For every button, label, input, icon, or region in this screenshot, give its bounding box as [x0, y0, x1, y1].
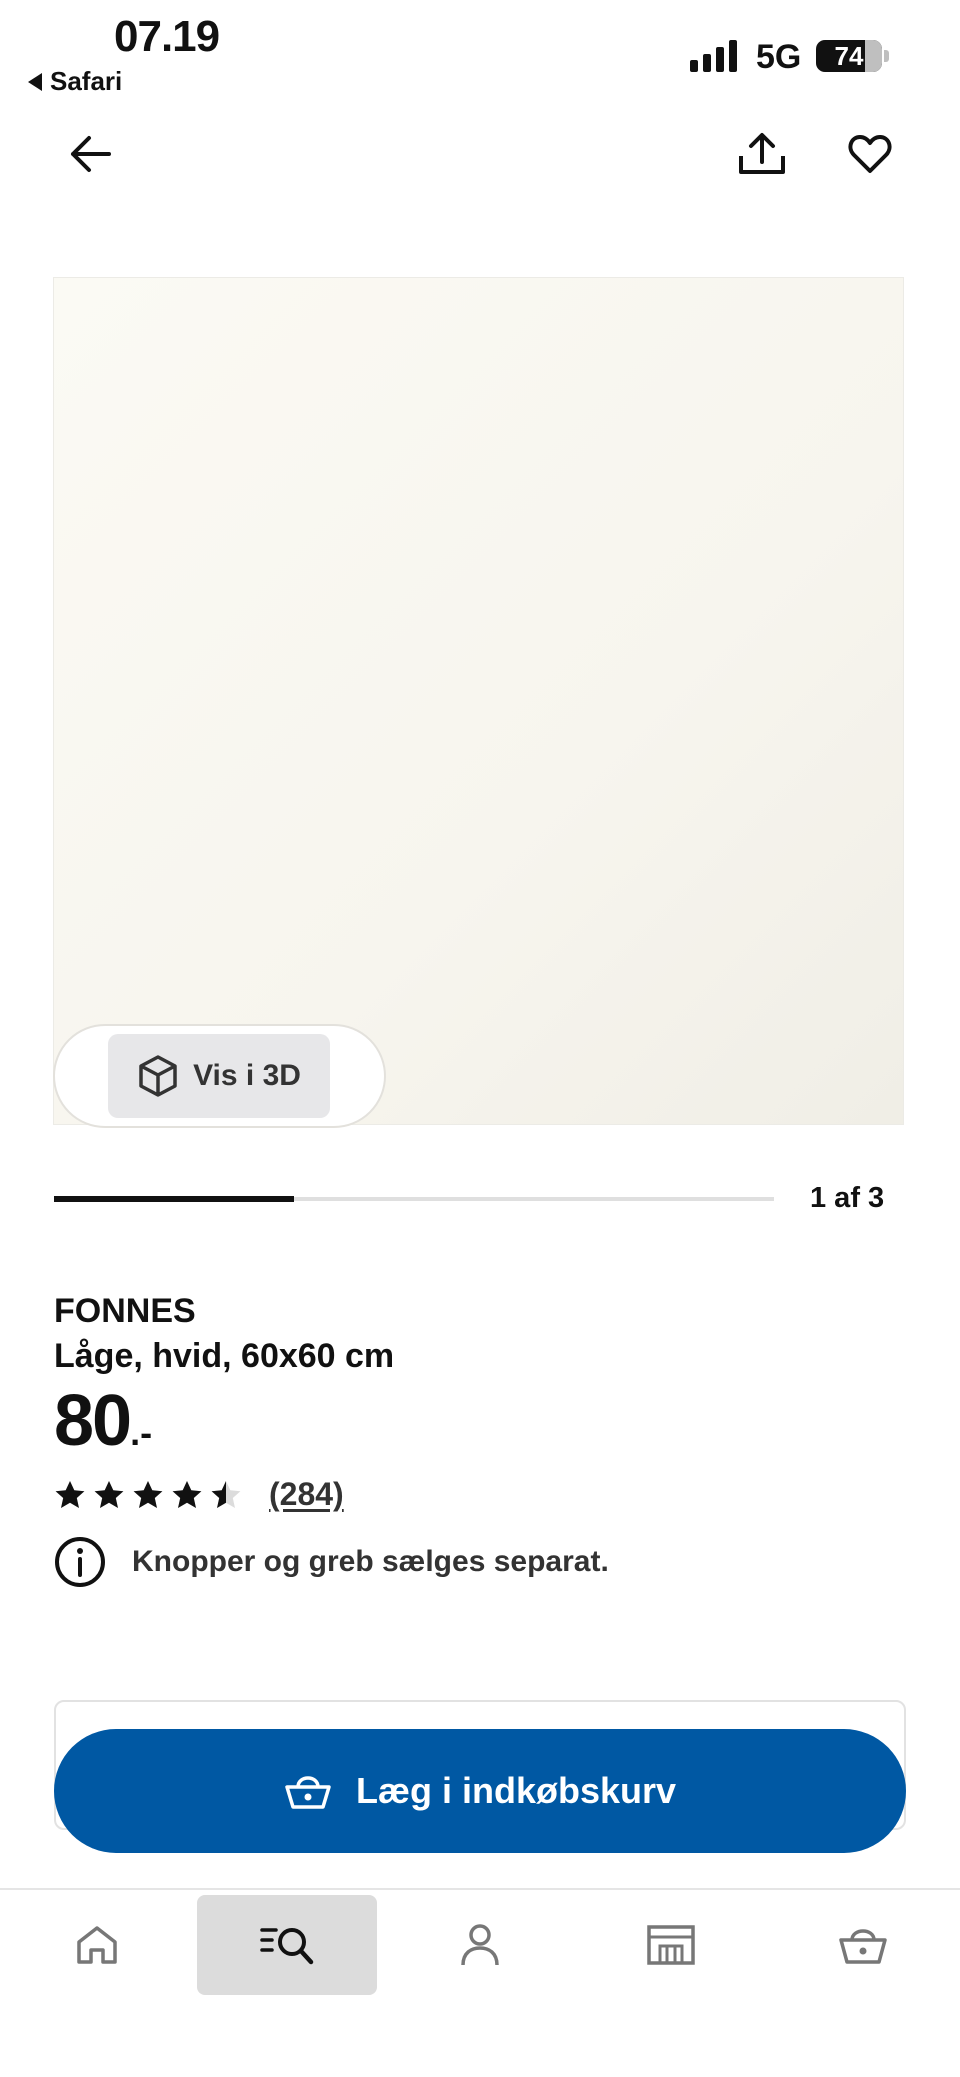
cube-icon — [139, 1055, 177, 1097]
product-notice: Knopper og greb sælges separat. — [54, 1536, 609, 1588]
nav-cart[interactable] — [773, 1895, 953, 1995]
product-description: Låge, hvid, 60x60 cm — [54, 1337, 395, 1375]
info-icon — [55, 1537, 105, 1587]
arrow-left-icon — [71, 136, 111, 172]
star-icon — [55, 1480, 85, 1508]
nav-stores[interactable] — [581, 1895, 761, 1995]
basket-icon — [285, 1776, 331, 1809]
price-integer: 80 — [54, 1381, 132, 1461]
basket-icon — [839, 1929, 887, 1964]
gallery-progress — [54, 1196, 774, 1202]
product-page: 07.19 Safari 5G 74 Vis i 3D 1 af 3 FONNE… — [0, 0, 960, 2077]
view-3d-button[interactable]: Vis i 3D — [108, 1034, 330, 1118]
back-to-app-link[interactable]: Safari — [28, 66, 122, 97]
favorite-button[interactable] — [830, 114, 910, 194]
gallery-counter: 1 af 3 — [810, 1182, 885, 1214]
battery-level: 74 — [834, 40, 864, 71]
heart-icon — [848, 135, 892, 173]
product-image[interactable] — [53, 277, 904, 1125]
product-name: FONNES — [54, 1292, 196, 1330]
price-decimal: .- — [130, 1412, 153, 1453]
back-app-label: Safari — [50, 66, 123, 96]
view-3d-label: Vis i 3D — [193, 1059, 301, 1092]
add-to-cart-button[interactable]: Læg i indkøbskurv — [54, 1729, 906, 1853]
home-icon — [77, 1926, 117, 1964]
share-button[interactable] — [722, 114, 802, 194]
share-icon — [739, 133, 785, 174]
product-price: 80 .- — [54, 1380, 152, 1462]
nav-search[interactable] — [197, 1895, 377, 1995]
signal-icon — [690, 40, 737, 72]
star-icon — [172, 1480, 202, 1508]
rating[interactable]: (284) — [54, 1476, 344, 1513]
star-icon — [133, 1480, 163, 1508]
notice-text: Knopper og greb sælges separat. — [132, 1545, 609, 1578]
search-icon — [260, 1928, 314, 1965]
nav-account[interactable] — [390, 1895, 570, 1995]
review-count-link[interactable]: (284) — [269, 1476, 344, 1513]
add-to-cart-label: Læg i indkøbskurv — [355, 1770, 677, 1811]
battery-icon: 74 — [816, 40, 882, 72]
back-triangle-icon — [28, 72, 42, 91]
network-label: 5G — [756, 38, 802, 76]
star-icon — [94, 1480, 124, 1508]
back-button[interactable] — [50, 114, 130, 194]
gallery-progress-fill — [54, 1196, 294, 1202]
battery-tip — [884, 50, 889, 62]
store-icon — [647, 1925, 695, 1965]
rating-stars — [54, 1479, 242, 1511]
nav-home[interactable] — [7, 1895, 187, 1995]
status-time: 07.19 — [114, 12, 220, 61]
user-icon — [461, 1924, 499, 1966]
star-icon — [211, 1480, 241, 1508]
